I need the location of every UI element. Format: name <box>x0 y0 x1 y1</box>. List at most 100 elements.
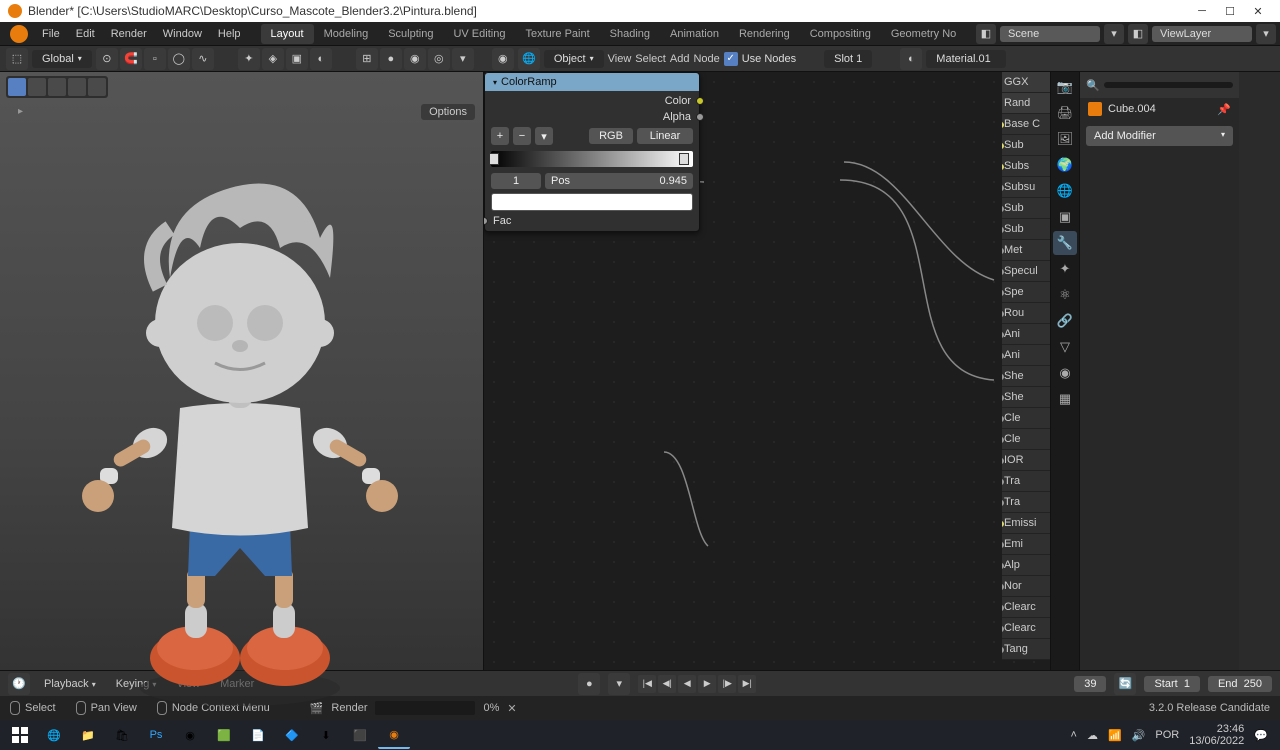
bsdf-ggx[interactable]: GGX <box>1002 72 1050 93</box>
next-keyframe-button[interactable]: |▶ <box>718 675 736 693</box>
tray-language[interactable]: POR <box>1155 729 1179 741</box>
editor-type-button[interactable]: ⬚ <box>6 48 28 70</box>
ramp-stop-1[interactable] <box>679 153 689 165</box>
bsdf-input-row[interactable]: Spe <box>1002 282 1050 303</box>
select-tool-icon[interactable] <box>8 78 26 96</box>
pin-icon[interactable]: 📌 <box>1217 103 1231 116</box>
play-button[interactable]: ▶ <box>698 675 716 693</box>
workspace-animation[interactable]: Animation <box>660 24 729 44</box>
current-frame-field[interactable]: 39 <box>1074 676 1106 692</box>
task-store[interactable]: 🛍 <box>106 721 138 749</box>
bsdf-input-row[interactable]: Specul <box>1002 261 1050 282</box>
cursor-tool-icon[interactable] <box>28 78 46 96</box>
scene-browse-button[interactable]: ◧ <box>976 24 996 44</box>
scene-field[interactable]: Scene <box>1000 26 1100 42</box>
viewlayer-new-button[interactable]: ▾ <box>1256 24 1276 44</box>
move-tool-icon[interactable] <box>48 78 66 96</box>
menu-file[interactable]: File <box>34 25 68 43</box>
viewport-options-button[interactable]: Options <box>421 104 475 120</box>
bsdf-input-row[interactable]: Base C <box>1002 114 1050 135</box>
node-editor-type-button[interactable]: ◉ <box>492 48 514 70</box>
close-button[interactable]: ✕ <box>1244 1 1272 21</box>
orientation-dropdown[interactable]: Global ▾ <box>32 50 92 68</box>
object-mode-dropdown[interactable]: Object ▾ <box>544 50 604 68</box>
material-browse-button[interactable]: ◐ <box>900 48 922 70</box>
shader-type-button[interactable]: 🌐 <box>518 48 540 70</box>
bsdf-input-row[interactable]: Met <box>1002 240 1050 261</box>
task-blender[interactable]: ◉ <box>378 721 410 749</box>
tray-cloud-icon[interactable]: ☁ <box>1087 729 1098 742</box>
matprev-shading-button[interactable]: ◉ <box>404 48 426 70</box>
task-notepad[interactable]: 📄 <box>242 721 274 749</box>
outliner-search[interactable] <box>1104 82 1233 88</box>
workspace-layout[interactable]: Layout <box>261 24 314 44</box>
menu-help[interactable]: Help <box>210 25 249 43</box>
ramp-stop-index[interactable]: 1 <box>491 173 541 189</box>
proportional-type-button[interactable]: ∿ <box>192 48 214 70</box>
bsdf-input-row[interactable]: Cle <box>1002 408 1050 429</box>
tab-object[interactable]: ▣ <box>1053 205 1077 229</box>
node-menu-add[interactable]: Add <box>670 53 690 65</box>
tab-particles[interactable]: ✦ <box>1053 257 1077 281</box>
node-editor[interactable]: Color Alpha ▦ Col ✕ Color ▾ Hue Saturati… <box>484 72 1050 670</box>
autokey-button[interactable]: ● <box>578 673 600 695</box>
workspace-modeling[interactable]: Modeling <box>314 24 379 44</box>
bsdf-input-row[interactable]: Clearc <box>1002 597 1050 618</box>
maximize-button[interactable]: ☐ <box>1216 1 1244 21</box>
add-modifier-button[interactable]: Add Modifier ▾ <box>1086 126 1233 146</box>
task-app1[interactable]: 🟩 <box>208 721 240 749</box>
use-nodes-checkbox[interactable]: ✓ <box>724 52 738 66</box>
ramp-stop-position[interactable]: Pos0.945 <box>545 173 693 189</box>
shading-options-button[interactable]: ▾ <box>452 48 474 70</box>
bsdf-input-row[interactable]: Sub <box>1002 198 1050 219</box>
bsdf-input-row[interactable]: Tra <box>1002 471 1050 492</box>
solid-shading-button[interactable]: ● <box>380 48 402 70</box>
tray-volume-icon[interactable]: 🔊 <box>1132 729 1146 742</box>
bsdf-input-row[interactable]: Tra <box>1002 492 1050 513</box>
node-menu-select[interactable]: Select <box>635 53 666 65</box>
menu-window[interactable]: Window <box>155 25 210 43</box>
tab-viewlayer[interactable]: 🖼 <box>1053 127 1077 151</box>
menu-edit[interactable]: Edit <box>68 25 103 43</box>
tab-render[interactable]: 📷 <box>1053 75 1077 99</box>
ramp-remove-stop-button[interactable]: − <box>513 127 531 145</box>
tab-texture[interactable]: ▦ <box>1053 387 1077 411</box>
end-frame-field[interactable]: End 250 <box>1208 676 1272 692</box>
jump-start-button[interactable]: |◀ <box>638 675 656 693</box>
bsdf-random[interactable]: Rand <box>1002 93 1050 114</box>
bsdf-input-row[interactable]: Cle <box>1002 429 1050 450</box>
workspace-sculpting[interactable]: Sculpting <box>378 24 443 44</box>
tab-scene[interactable]: 🌍 <box>1053 153 1077 177</box>
tab-material[interactable]: ◉ <box>1053 361 1077 385</box>
workspace-texturepaint[interactable]: Texture Paint <box>515 24 599 44</box>
bsdf-input-row[interactable]: Tang <box>1002 639 1050 660</box>
node-principled-truncated[interactable]: GGX Rand Base CSubSubsSubsuSubSubMetSpec… <box>1002 72 1050 660</box>
minimize-button[interactable]: ─ <box>1188 1 1216 21</box>
gizmo-button[interactable]: ✦ <box>238 48 260 70</box>
ramp-stop-color[interactable] <box>491 193 693 211</box>
rendered-shading-button[interactable]: ◎ <box>428 48 450 70</box>
xray-button[interactable]: ▣ <box>286 48 308 70</box>
overlay-button[interactable]: ◈ <box>262 48 284 70</box>
cancel-render-button[interactable]: ✕ <box>507 702 516 715</box>
bsdf-input-row[interactable]: Ani <box>1002 345 1050 366</box>
bsdf-input-row[interactable]: She <box>1002 387 1050 408</box>
autokey-options[interactable]: ▾ <box>608 673 630 695</box>
wire-shading-button[interactable]: ⊞ <box>356 48 378 70</box>
ramp-gradient[interactable] <box>491 151 693 167</box>
collapse-icon[interactable]: ▾ <box>493 78 497 87</box>
bsdf-input-row[interactable]: Rou <box>1002 303 1050 324</box>
bsdf-input-row[interactable]: Ani <box>1002 324 1050 345</box>
menu-render[interactable]: Render <box>103 25 155 43</box>
material-slot-dropdown[interactable]: Slot 1 <box>824 50 872 68</box>
ramp-add-stop-button[interactable]: + <box>491 127 509 145</box>
workspace-geometry[interactable]: Geometry No <box>881 24 966 44</box>
3d-viewport[interactable]: ▸ Options <box>0 72 484 670</box>
tab-modifiers[interactable]: 🔧 <box>1053 231 1077 255</box>
bsdf-input-row[interactable]: Emi <box>1002 534 1050 555</box>
ramp-menu-button[interactable]: ▾ <box>535 127 553 145</box>
bsdf-input-row[interactable]: Subsu <box>1002 177 1050 198</box>
workspace-rendering[interactable]: Rendering <box>729 24 800 44</box>
snap-button[interactable]: 🧲 <box>120 48 142 70</box>
jump-end-button[interactable]: ▶| <box>738 675 756 693</box>
